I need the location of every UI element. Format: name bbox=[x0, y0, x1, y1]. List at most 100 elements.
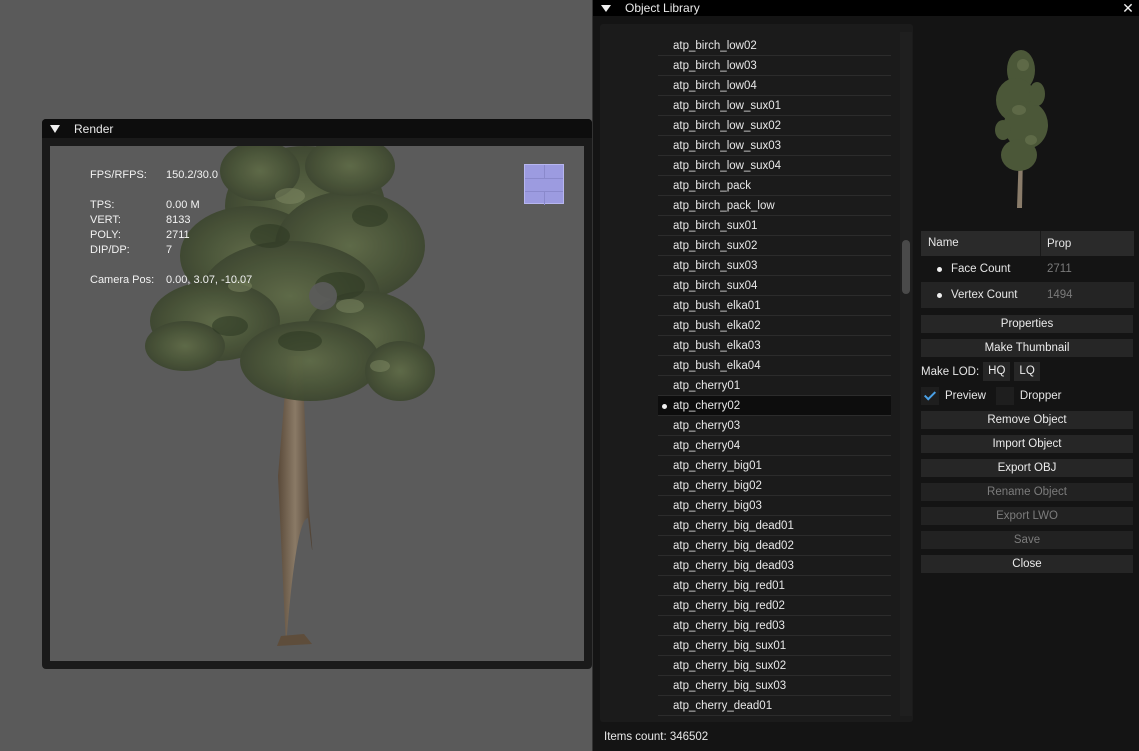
list-item[interactable]: atp_birch_sux02 bbox=[658, 236, 891, 256]
list-item[interactable]: atp_cherry_dead01 bbox=[658, 696, 891, 716]
rename-object-button[interactable]: Rename Object bbox=[921, 483, 1133, 501]
list-item-label: atp_cherry_big01 bbox=[673, 460, 762, 472]
list-item-label: atp_cherry_big_red03 bbox=[673, 620, 785, 632]
close-icon[interactable]: ✕ bbox=[1121, 0, 1135, 16]
properties-button[interactable]: Properties bbox=[921, 315, 1133, 333]
tps-value: 0.00 M bbox=[166, 199, 200, 211]
poly-value: 2711 bbox=[166, 229, 190, 241]
collapse-triangle-icon[interactable] bbox=[601, 4, 611, 12]
dip-label: DIP/DP: bbox=[90, 244, 130, 256]
list-scroll-thumb[interactable] bbox=[902, 240, 910, 294]
list-item[interactable]: atp_cherry_big02 bbox=[658, 476, 891, 496]
list-item[interactable]: atp_cherry_big_sux02 bbox=[658, 656, 891, 676]
list-item-label: atp_birch_sux04 bbox=[673, 280, 758, 292]
list-item-label: atp_cherry_big_sux02 bbox=[673, 660, 787, 672]
list-item[interactable]: atp_birch_sux04 bbox=[658, 276, 891, 296]
dropper-label: Dropper bbox=[1019, 389, 1062, 402]
list-item-label: atp_birch_low_sux02 bbox=[673, 120, 782, 132]
list-item[interactable]: atp_bush_elka01 bbox=[658, 296, 891, 316]
vert-label: VERT: bbox=[90, 214, 121, 226]
list-item[interactable]: atp_bush_elka03 bbox=[658, 336, 891, 356]
render-viewport[interactable]: FPS/RFPS: 150.2/30.0 TPS: 0.00 M VERT: 8… bbox=[50, 146, 584, 661]
list-item[interactable]: atp_bush_elka04 bbox=[658, 356, 891, 376]
make-lod-label: Make LOD: bbox=[921, 365, 980, 378]
list-item[interactable]: atp_birch_low04 bbox=[658, 76, 891, 96]
list-item[interactable]: atp_birch_sux03 bbox=[658, 256, 891, 276]
render-titlebar[interactable]: Render bbox=[42, 119, 592, 138]
list-item[interactable]: atp_birch_sux01 bbox=[658, 216, 891, 236]
list-item-label: atp_bush_elka01 bbox=[673, 300, 761, 312]
dip-value: 7 bbox=[166, 244, 173, 256]
list-item[interactable]: atp_birch_pack_low bbox=[658, 196, 891, 216]
list-item[interactable]: atp_cherry_big_sux03 bbox=[658, 676, 891, 696]
list-item[interactable]: atp_birch_low02 bbox=[658, 36, 891, 56]
list-item-label: atp_cherry_big_dead01 bbox=[673, 520, 794, 532]
import-object-button[interactable]: Import Object bbox=[921, 435, 1133, 453]
list-scrollbar[interactable] bbox=[900, 32, 912, 716]
list-item[interactable]: atp_cherry_big_red01 bbox=[658, 576, 891, 596]
list-item-label: atp_cherry01 bbox=[673, 380, 741, 392]
library-titlebar[interactable]: Object Library ✕ bbox=[593, 0, 1139, 16]
make-thumbnail-button[interactable]: Make Thumbnail bbox=[921, 339, 1133, 357]
orientation-gizmo-icon[interactable] bbox=[524, 164, 564, 205]
list-item-label: atp_cherry_big_dead02 bbox=[673, 540, 794, 552]
remove-object-button[interactable]: Remove Object bbox=[921, 411, 1133, 429]
list-item[interactable]: atp_cherry_big_dead03 bbox=[658, 556, 891, 576]
list-item[interactable]: atp_cherry01 bbox=[658, 376, 891, 396]
list-item-label: atp_cherry_big_sux01 bbox=[673, 640, 787, 652]
list-item-label: atp_cherry_big02 bbox=[673, 480, 762, 492]
list-item[interactable]: atp_cherry_big_red02 bbox=[658, 596, 891, 616]
list-item[interactable]: atp_birch_low03 bbox=[658, 56, 891, 76]
list-item[interactable]: atp_cherry_big01 bbox=[658, 456, 891, 476]
render-stats-overlay: FPS/RFPS: 150.2/30.0 TPS: 0.00 M VERT: 8… bbox=[90, 168, 252, 288]
name-column-header[interactable]: Name bbox=[921, 231, 1041, 256]
prop-column-header[interactable]: Prop bbox=[1041, 238, 1071, 250]
list-item[interactable]: atp_birch_low_sux01 bbox=[658, 96, 891, 116]
vert-value: 8133 bbox=[166, 214, 191, 226]
lod-lq-button[interactable]: LQ bbox=[1014, 362, 1040, 381]
dropper-checkbox[interactable] bbox=[995, 386, 1014, 405]
selected-bullet-icon bbox=[662, 404, 667, 409]
fps-label: FPS/RFPS: bbox=[90, 169, 147, 181]
preview-tree-image bbox=[995, 50, 1048, 208]
list-item[interactable]: atp_cherry_big03 bbox=[658, 496, 891, 516]
poly-label: POLY: bbox=[90, 229, 121, 241]
row-name: Vertex Count bbox=[951, 289, 1018, 301]
list-item-label: atp_birch_pack bbox=[673, 180, 751, 192]
collapse-triangle-icon[interactable] bbox=[50, 124, 60, 133]
list-item[interactable]: atp_cherry_big_dead01 bbox=[658, 516, 891, 536]
list-item[interactable]: atp_cherry_big_red03 bbox=[658, 616, 891, 636]
list-item-label: atp_cherry04 bbox=[673, 440, 741, 452]
list-item[interactable]: atp_birch_low_sux03 bbox=[658, 136, 891, 156]
library-title: Object Library bbox=[625, 1, 700, 15]
list-item[interactable]: atp_birch_pack bbox=[658, 176, 891, 196]
tps-label: TPS: bbox=[90, 199, 115, 211]
list-item[interactable]: atp_cherry03 bbox=[658, 416, 891, 436]
list-item[interactable]: atp_cherry_big_dead02 bbox=[658, 536, 891, 556]
list-item-label: atp_cherry_big_red01 bbox=[673, 580, 785, 592]
properties-table: Name Prop Face Count 2711 Vertex Count 1… bbox=[921, 231, 1134, 308]
camera-pos-label: Camera Pos: bbox=[90, 274, 155, 286]
render-title: Render bbox=[74, 121, 114, 136]
export-obj-button[interactable]: Export OBJ bbox=[921, 459, 1133, 477]
table-row[interactable]: Face Count 2711 bbox=[921, 256, 1134, 282]
list-item-label: atp_cherry_dead01 bbox=[673, 700, 773, 712]
list-item[interactable]: atp_birch_low_sux04 bbox=[658, 156, 891, 176]
object-library-window: Object Library ✕ atp_birch_low02 atp_birc… bbox=[592, 0, 1139, 751]
table-row[interactable]: Vertex Count 1494 bbox=[921, 282, 1134, 308]
list-item[interactable]: atp_cherry02 bbox=[658, 396, 891, 416]
object-list-panel[interactable]: atp_birch_low02 atp_birch_low03 atp_birch_… bbox=[600, 24, 913, 722]
export-lwo-button[interactable]: Export LWO bbox=[921, 507, 1133, 525]
close-button[interactable]: Close bbox=[921, 555, 1133, 573]
list-item[interactable]: atp_cherry04 bbox=[658, 436, 891, 456]
list-item[interactable]: atp_birch_low_sux02 bbox=[658, 116, 891, 136]
preview-checkbox[interactable] bbox=[921, 386, 939, 405]
lod-hq-button[interactable]: HQ bbox=[983, 362, 1011, 381]
list-item[interactable]: atp_bush_elka02 bbox=[658, 316, 891, 336]
list-item-label: atp_cherry03 bbox=[673, 420, 741, 432]
list-item-label: atp_birch_low02 bbox=[673, 40, 757, 52]
list-item-label: atp_birch_sux03 bbox=[673, 260, 758, 272]
row-value: 1494 bbox=[1047, 289, 1073, 301]
list-item[interactable]: atp_cherry_big_sux01 bbox=[658, 636, 891, 656]
save-button[interactable]: Save bbox=[921, 531, 1133, 549]
